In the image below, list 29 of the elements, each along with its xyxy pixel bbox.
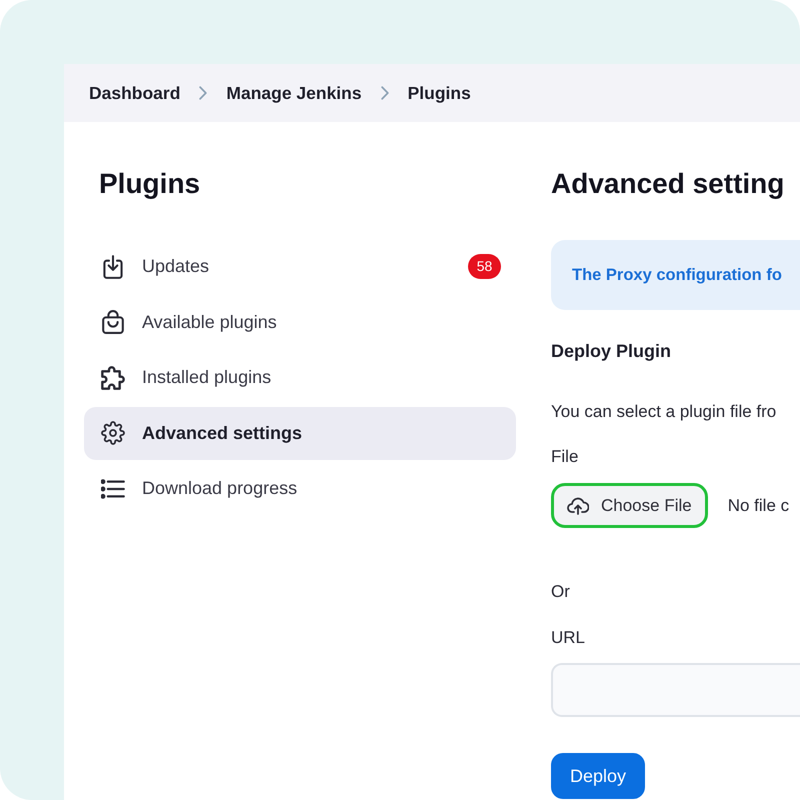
shopping-bag-icon [101,310,125,334]
list-icon [101,476,125,500]
sidebar-item[interactable]: Download progress [84,462,516,515]
chevron-icon [380,86,389,100]
gear-icon [101,421,125,445]
info-banner-text: The Proxy configuration fo [572,264,782,286]
field-label: File [551,446,578,468]
download-tray-icon [101,254,125,278]
page-title: Advanced setting [551,167,784,201]
deploy-button[interactable]: Deploy [551,753,646,799]
sidebar-title: Plugins [99,167,200,201]
breadcrumb-link[interactable]: Manage Jenkins [226,81,362,105]
choose-file-button[interactable]: Choose File [551,483,708,528]
puzzle-piece-icon [101,366,125,390]
sidebar-item[interactable]: Updates 58 [84,240,516,293]
file-status-text: No file c [728,494,790,516]
separator-text: Or [551,581,570,603]
field-label: URL [551,627,586,649]
cloud-upload-icon [567,496,589,516]
url-input-field[interactable] [551,663,800,717]
breadcrumb-link[interactable]: Plugins [408,81,471,105]
description-text: You can select a plugin file fro [551,401,776,423]
breadcrumb-link[interactable]: Dashboard [89,81,180,105]
section-heading: Deploy Plugin [551,340,672,363]
chevron-icon [199,86,208,100]
sidebar-item[interactable]: Advanced settings [84,406,516,460]
sidebar-item[interactable]: Available plugins [84,296,516,348]
sidebar-item[interactable]: Installed plugins [84,351,516,404]
count-badge: 58 [468,254,501,279]
